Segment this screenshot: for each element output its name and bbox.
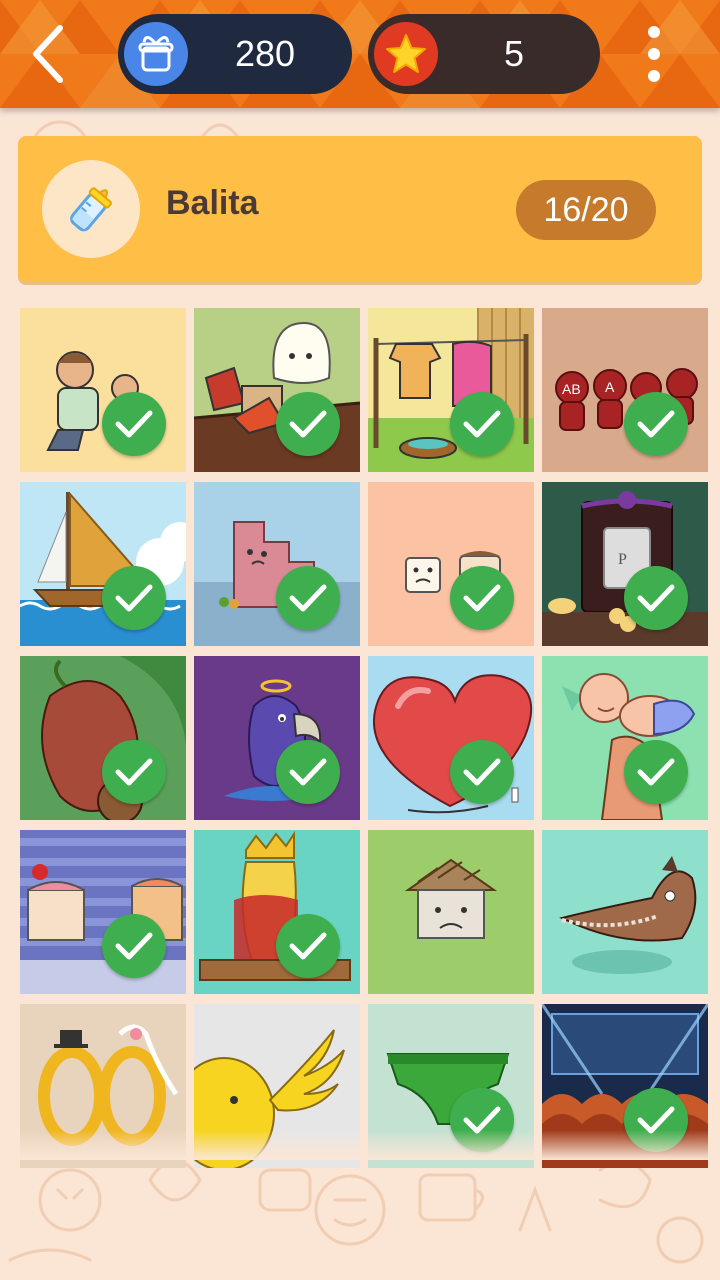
sad-stairs-illustration xyxy=(194,482,360,646)
solved-check-icon xyxy=(102,566,166,630)
puzzle-tile[interactable] xyxy=(368,308,534,472)
baby-illustration xyxy=(542,656,708,820)
top-bar: 280 5 xyxy=(0,0,720,108)
solved-check-icon xyxy=(624,740,688,804)
puzzle-tile[interactable] xyxy=(194,656,360,820)
tooth-cake-illustration xyxy=(368,482,534,646)
puzzle-tile[interactable] xyxy=(542,830,708,994)
category-header: Balita 16/20 xyxy=(18,136,702,282)
puzzle-tile[interactable]: P xyxy=(542,482,708,646)
clothesline-illustration xyxy=(368,308,534,472)
banana-king-illustration xyxy=(194,830,360,994)
grave-illustration: P xyxy=(542,482,708,646)
puzzle-tile[interactable] xyxy=(20,482,186,646)
solved-check-icon xyxy=(450,740,514,804)
more-vertical-icon[interactable] xyxy=(632,20,676,88)
solved-check-icon xyxy=(276,740,340,804)
svg-text:A: A xyxy=(605,379,615,395)
back-arrow-icon xyxy=(33,25,63,83)
parrot-illustration xyxy=(194,656,360,820)
blood-type-illustration: AB A xyxy=(542,308,708,472)
solved-check-icon xyxy=(276,914,340,978)
solved-check-icon xyxy=(624,566,688,630)
puzzle-tile[interactable] xyxy=(20,830,186,994)
category-title: Balita xyxy=(166,184,259,222)
solved-check-icon xyxy=(450,392,514,456)
puzzle-grid: AB A P xyxy=(20,308,708,1168)
back-button[interactable] xyxy=(22,20,82,88)
horse-crocodile-illustration xyxy=(542,830,708,994)
cake-friends-illustration xyxy=(20,830,186,994)
category-progress: 16/20 xyxy=(516,180,656,240)
gift-icon xyxy=(124,22,188,86)
star-icon xyxy=(374,22,438,86)
baby-bottle-icon xyxy=(42,160,140,258)
svg-text:AB: AB xyxy=(562,381,581,397)
svg-text:P: P xyxy=(618,551,627,568)
star-count: 5 xyxy=(503,33,525,74)
grid-fade xyxy=(0,1130,720,1160)
gift-count: 280 xyxy=(234,33,296,74)
cashew-illustration xyxy=(20,656,186,820)
puzzle-tile[interactable]: AB A xyxy=(542,308,708,472)
puzzle-tile[interactable] xyxy=(368,482,534,646)
puzzle-tile[interactable] xyxy=(194,308,360,472)
solved-check-icon xyxy=(276,566,340,630)
puzzle-tile[interactable] xyxy=(368,830,534,994)
puzzle-tile[interactable] xyxy=(20,308,186,472)
puzzle-tile[interactable] xyxy=(542,656,708,820)
puzzle-tile[interactable] xyxy=(194,482,360,646)
father-child-illustration xyxy=(20,308,186,472)
heart-illustration xyxy=(368,656,534,820)
rice-ghost-illustration xyxy=(194,308,360,472)
solved-check-icon xyxy=(102,914,166,978)
solved-check-icon xyxy=(276,392,340,456)
sad-house-illustration xyxy=(368,830,534,994)
solved-check-icon xyxy=(624,392,688,456)
solved-check-icon xyxy=(102,392,166,456)
sailboat-illustration xyxy=(20,482,186,646)
star-counter[interactable]: 5 xyxy=(368,14,600,94)
gift-counter[interactable]: 280 xyxy=(118,14,352,94)
solved-check-icon xyxy=(102,740,166,804)
solved-check-icon xyxy=(450,566,514,630)
puzzle-tile[interactable] xyxy=(194,830,360,994)
puzzle-tile[interactable] xyxy=(20,656,186,820)
triangle-pattern xyxy=(0,0,720,108)
puzzle-tile[interactable] xyxy=(368,656,534,820)
